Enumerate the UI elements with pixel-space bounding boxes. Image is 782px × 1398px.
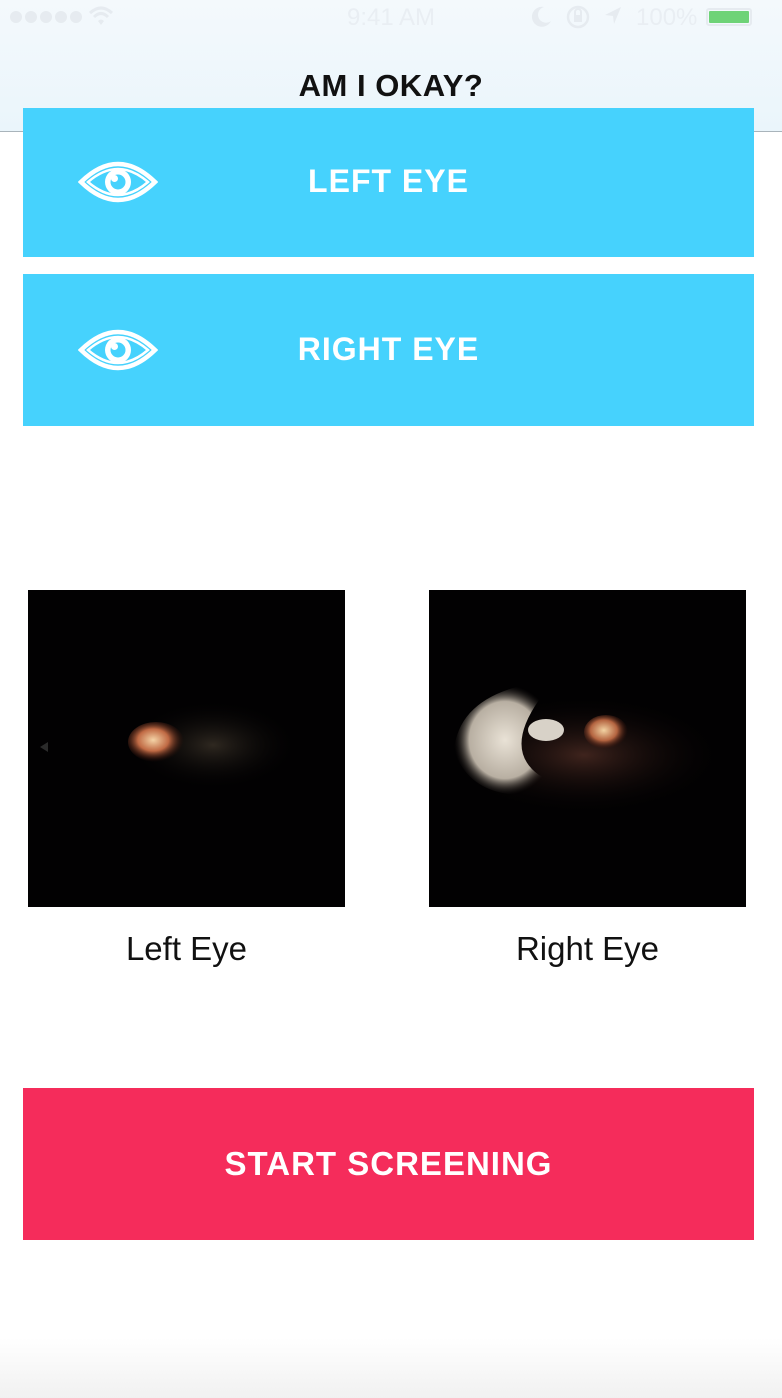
left-eye-button-label: LEFT EYE	[308, 163, 469, 199]
battery-icon	[706, 8, 752, 26]
left-eye-caption: Left Eye	[125, 930, 248, 967]
orientation-lock-icon	[566, 5, 590, 29]
do-not-disturb-icon	[531, 6, 551, 27]
right-eye-photo	[429, 590, 746, 907]
right-eye-button-label: RIGHT EYE	[297, 331, 480, 367]
right-eye-button[interactable]: RIGHT EYE	[23, 274, 754, 426]
status-bar: 9:41 AM 100%	[0, 0, 782, 38]
bottom-divider	[0, 1338, 782, 1398]
page-title: AM I OKAY?	[298, 68, 484, 103]
right-eye-caption: Right Eye	[515, 930, 660, 967]
battery-level-fill	[709, 11, 749, 23]
right-eye-image	[444, 685, 724, 815]
left-eye-photo	[28, 590, 345, 907]
left-eye-button[interactable]: LEFT EYE	[23, 108, 754, 257]
left-eye-image	[40, 700, 298, 790]
battery-percent: 100%	[636, 4, 698, 31]
start-screening-label: START SCREENING	[224, 1145, 553, 1182]
start-screening-button[interactable]: START SCREENING	[23, 1088, 754, 1240]
location-icon	[605, 7, 621, 24]
